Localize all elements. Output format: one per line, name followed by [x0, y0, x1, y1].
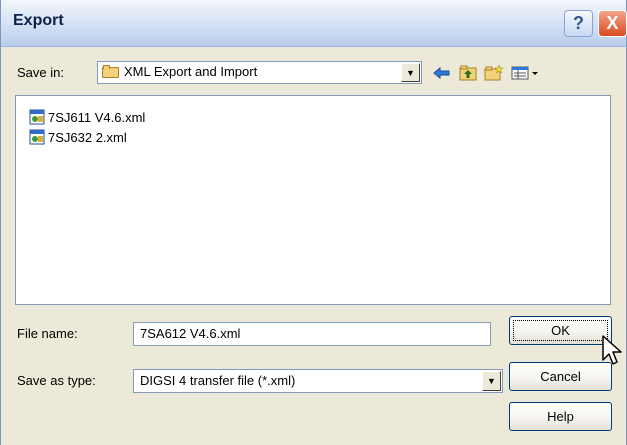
back-arrow-icon[interactable]: [431, 62, 453, 84]
view-menu-icon[interactable]: [509, 62, 541, 84]
save-in-value: XML Export and Import: [124, 64, 258, 79]
cancel-button[interactable]: Cancel: [509, 362, 612, 391]
list-item[interactable]: 7SJ632 2.xml: [29, 128, 127, 146]
file-name-input[interactable]: 7SA612 V4.6.xml: [133, 322, 491, 346]
save-as-type-dropdown[interactable]: DIGSI 4 transfer file (*.xml) ▼: [133, 369, 503, 393]
list-item[interactable]: 7SJ611 V4.6.xml: [29, 108, 145, 126]
up-folder-icon[interactable]: [457, 62, 479, 84]
close-button[interactable]: X: [598, 10, 627, 37]
save-in-value-wrap: XML Export and Import: [102, 64, 257, 79]
chevron-down-icon[interactable]: ▼: [482, 371, 501, 391]
file-name-text: 7SJ611 V4.6.xml: [48, 109, 146, 125]
file-name-label: File name:: [17, 326, 78, 341]
save-in-label-text: Save in:: [17, 65, 64, 80]
cancel-button-label: Cancel: [540, 369, 581, 384]
focus-rect: [513, 320, 608, 341]
ok-button[interactable]: OK: [509, 316, 612, 345]
export-dialog: Export ? X Save in: XML Export and Impor…: [0, 0, 627, 445]
chevron-down-icon[interactable]: ▼: [401, 63, 420, 82]
save-in-label: Save in:: [17, 65, 64, 80]
mouse-pointer-icon: [601, 334, 623, 368]
save-as-type-value: DIGSI 4 transfer file (*.xml): [140, 373, 296, 388]
new-folder-icon[interactable]: [483, 62, 505, 84]
help-button[interactable]: Help: [509, 402, 612, 431]
xml-file-icon: [29, 129, 45, 145]
file-name-text: 7SJ632 2.xml: [48, 129, 127, 145]
save-in-dropdown[interactable]: XML Export and Import ▼: [97, 61, 422, 84]
xml-file-icon: [29, 109, 45, 125]
help-button-label: Help: [547, 409, 574, 424]
title-help-button[interactable]: ?: [564, 10, 593, 37]
file-list[interactable]: 7SJ611 V4.6.xml 7SJ632 2.xml: [15, 95, 611, 305]
dialog-title: Export: [13, 12, 64, 29]
folder-icon: [102, 65, 120, 78]
save-as-type-label: Save as type:: [17, 373, 96, 388]
title-bar[interactable]: Export ? X: [1, 0, 627, 47]
file-name-value: 7SA612 V4.6.xml: [140, 326, 241, 341]
